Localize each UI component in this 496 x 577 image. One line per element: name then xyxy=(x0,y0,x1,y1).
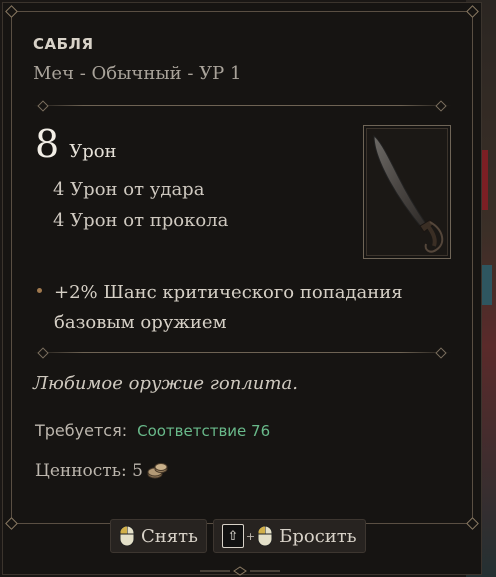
mouse-icon xyxy=(119,525,135,547)
damage-detail-pierce: 4 Урон от прокола xyxy=(53,210,229,231)
drop-label: Бросить xyxy=(279,525,357,547)
damage-summary: 8 Урон xyxy=(35,125,117,163)
damage-total: 8 xyxy=(35,122,60,166)
bonus-text: +2% Шанс критического попадания базовым … xyxy=(54,282,403,333)
drop-button[interactable]: ⇧ + Бросить xyxy=(212,519,366,553)
item-portrait xyxy=(363,125,451,259)
frame-corner-ornament xyxy=(466,517,479,530)
value-row: Ценность: 5 xyxy=(35,461,169,481)
bottom-ornament xyxy=(200,566,280,576)
mouse-icon xyxy=(257,525,273,547)
requirement-value: Соответствие 76 xyxy=(137,422,271,440)
item-name: САБЛЯ xyxy=(33,35,94,53)
damage-detail-slash: 4 Урон от удара xyxy=(53,179,205,200)
saber-icon xyxy=(373,135,444,253)
item-type-line: Меч - Обычный - УР 1 xyxy=(33,63,242,84)
plus-sign: + xyxy=(245,529,256,543)
frame-corner-ornament xyxy=(5,5,18,18)
damage-label: Урон xyxy=(69,141,117,162)
divider xyxy=(33,100,451,112)
item-tooltip: САБЛЯ Меч - Обычный - УР 1 8 Урон 4 Урон… xyxy=(2,2,482,575)
coins-icon xyxy=(147,463,168,479)
action-bar: Снять ⇧ + Бросить xyxy=(110,519,366,553)
value-label: Ценность: 5 xyxy=(35,461,143,481)
bullet-icon xyxy=(37,288,42,293)
requirement-label: Требуется: xyxy=(35,421,128,440)
shift-key-icon: ⇧ xyxy=(221,524,244,548)
unequip-label: Снять xyxy=(141,525,198,547)
unequip-button[interactable]: Снять xyxy=(110,519,207,553)
frame-corner-ornament xyxy=(5,517,18,530)
divider xyxy=(33,347,451,359)
flavor-text: Любимое оружие гоплита. xyxy=(33,373,298,394)
requirement-row: Требуется: Соответствие 76 xyxy=(35,421,270,440)
bonus-list-item: +2% Шанс критического попадания базовым … xyxy=(37,278,424,338)
frame-corner-ornament xyxy=(466,5,479,18)
tooltip-frame xyxy=(5,5,479,530)
